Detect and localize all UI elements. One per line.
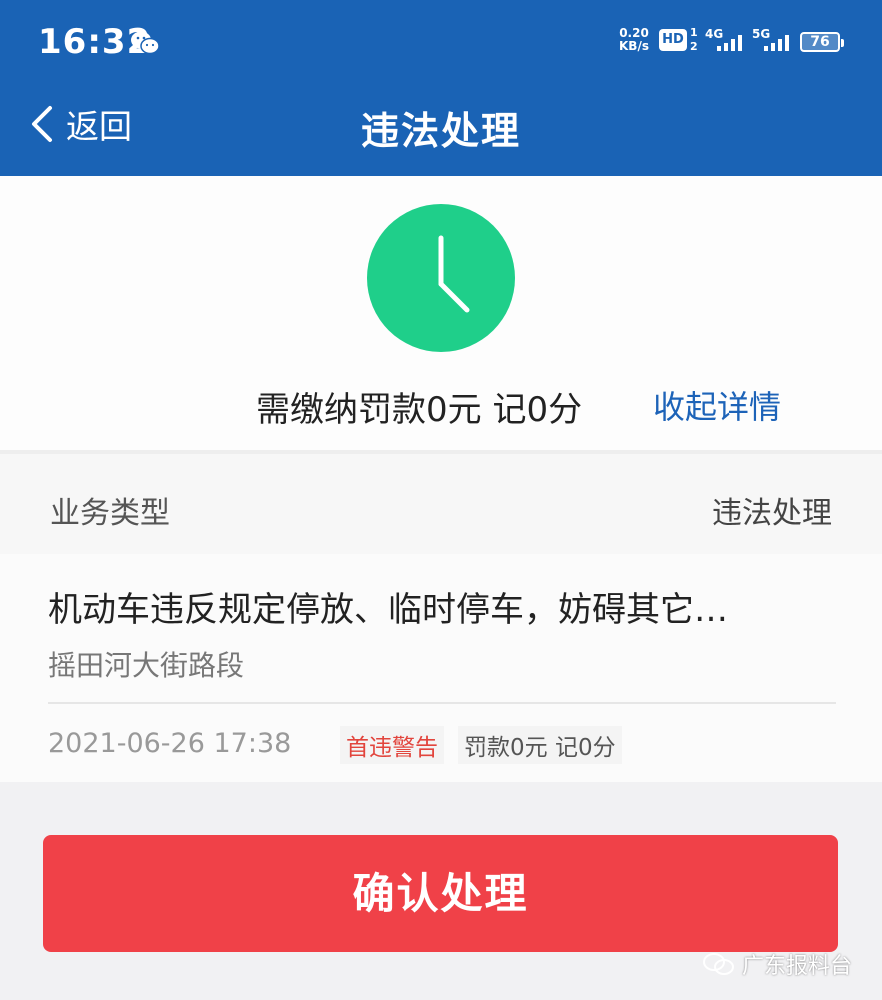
hd-sup: 1 <box>690 26 698 39</box>
summary-section: 需缴纳罚款0元 记0分 收起详情 <box>0 176 882 450</box>
violation-location: 摇田河大街路段 <box>48 649 245 682</box>
signal-4g: 4G <box>705 27 745 53</box>
network-speed-unit: KB/s <box>619 39 649 53</box>
business-type-row: 业务类型 违法处理 <box>0 454 882 554</box>
wechat-icon <box>131 31 160 55</box>
hd-badge: HD <box>659 29 687 51</box>
collapse-details-link[interactable]: 收起详情 <box>653 382 781 428</box>
battery-indicator: 76 <box>800 32 844 52</box>
clock-icon <box>367 204 515 352</box>
watermark-text: 广东报料台 <box>742 954 853 979</box>
violation-datetime: 2021-06-26 17:38 <box>48 728 292 759</box>
status-bar: 16:32 0.20 KB/s HD 1 2 4G 5G 76 <box>0 0 882 84</box>
hd-label: HD <box>662 32 684 47</box>
record-divider <box>48 702 836 704</box>
page-title: 违法处理 <box>360 109 521 153</box>
confirm-process-button[interactable]: 确认处理 <box>43 835 838 952</box>
business-type-value: 违法处理 <box>712 496 832 531</box>
signal-5g: 5G <box>752 27 792 53</box>
violation-title: 机动车违反规定停放、临时停车，妨碍其它… <box>48 590 728 630</box>
first-violation-badge: 首违警告 <box>340 726 444 764</box>
watermark: 广东报料台 <box>702 950 853 979</box>
fine-summary: 需缴纳罚款0元 记0分 <box>256 390 583 430</box>
violation-record-card[interactable]: 机动车违反规定停放、临时停车，妨碍其它… 摇田河大街路段 2021-06-26 … <box>0 554 882 782</box>
app-header: 16:32 0.20 KB/s HD 1 2 4G 5G 76 返回 违法处理 <box>0 0 882 176</box>
signal-bars-icon <box>764 35 789 51</box>
wechat-icon <box>703 953 734 975</box>
battery-level: 76 <box>810 34 830 50</box>
network-speed: 0.20 KB/s <box>619 27 649 53</box>
hd-sub: 2 <box>690 40 698 53</box>
penalty-text: 罚款0元 记0分 <box>458 726 622 764</box>
business-type-label: 业务类型 <box>50 496 170 531</box>
signal-bars-icon <box>717 35 742 51</box>
